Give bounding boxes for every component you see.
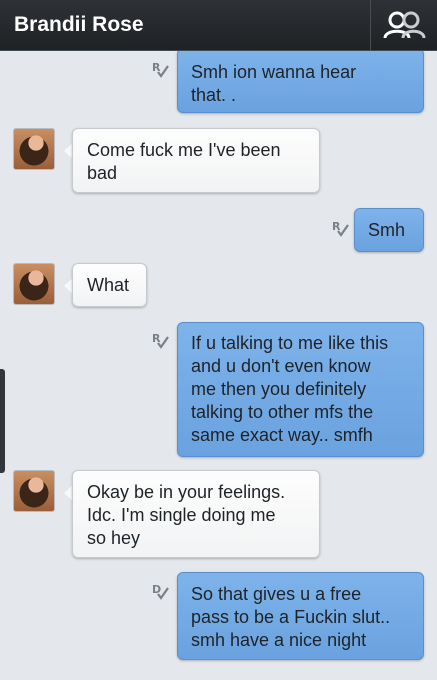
incoming-message[interactable]: Come fuck me I've been bad [72,128,320,193]
delivered-receipt-icon: D [152,583,169,600]
message-text: What [87,275,130,295]
message-text: Okay be in your feelings. Idc. I'm singl… [87,482,286,548]
svg-text:R: R [152,332,161,345]
outgoing-message[interactable]: Smh [354,208,424,252]
outgoing-message[interactable]: Smh ion wanna hear that. . [177,51,424,113]
message-list[interactable]: R Smh ion wanna hear that. . Come fuck m… [0,51,437,680]
message-text: Come fuck me I've been bad [87,140,281,183]
conversation-header: Brandii Rose [0,0,437,51]
message-text: Smh [368,220,406,240]
read-receipt-icon: R [332,220,349,237]
contact-name: Brandii Rose [14,13,144,36]
outgoing-message[interactable]: If u talking to me like this and u don't… [177,322,424,457]
contact-avatar[interactable] [13,263,55,305]
message-text: If u talking to me like this and u don't… [191,333,389,445]
read-receipt-icon: R [152,332,169,349]
svg-text:R: R [332,220,341,233]
message-text: Smh ion wanna hear that. . [191,62,357,105]
side-drawer-handle[interactable] [0,369,5,473]
contact-avatar[interactable] [13,470,55,512]
message-text: So that gives u a free pass to be a Fuck… [191,584,391,650]
contact-avatar[interactable] [13,128,55,170]
outgoing-message[interactable]: So that gives u a free pass to be a Fuck… [177,572,424,660]
read-receipt-icon: R [152,61,169,78]
svg-text:D: D [152,583,161,596]
contacts-icon [383,11,426,39]
incoming-message[interactable]: Okay be in your feelings. Idc. I'm singl… [72,470,320,558]
incoming-message[interactable]: What [72,263,147,307]
svg-text:R: R [152,61,161,74]
contacts-button[interactable] [371,0,437,51]
